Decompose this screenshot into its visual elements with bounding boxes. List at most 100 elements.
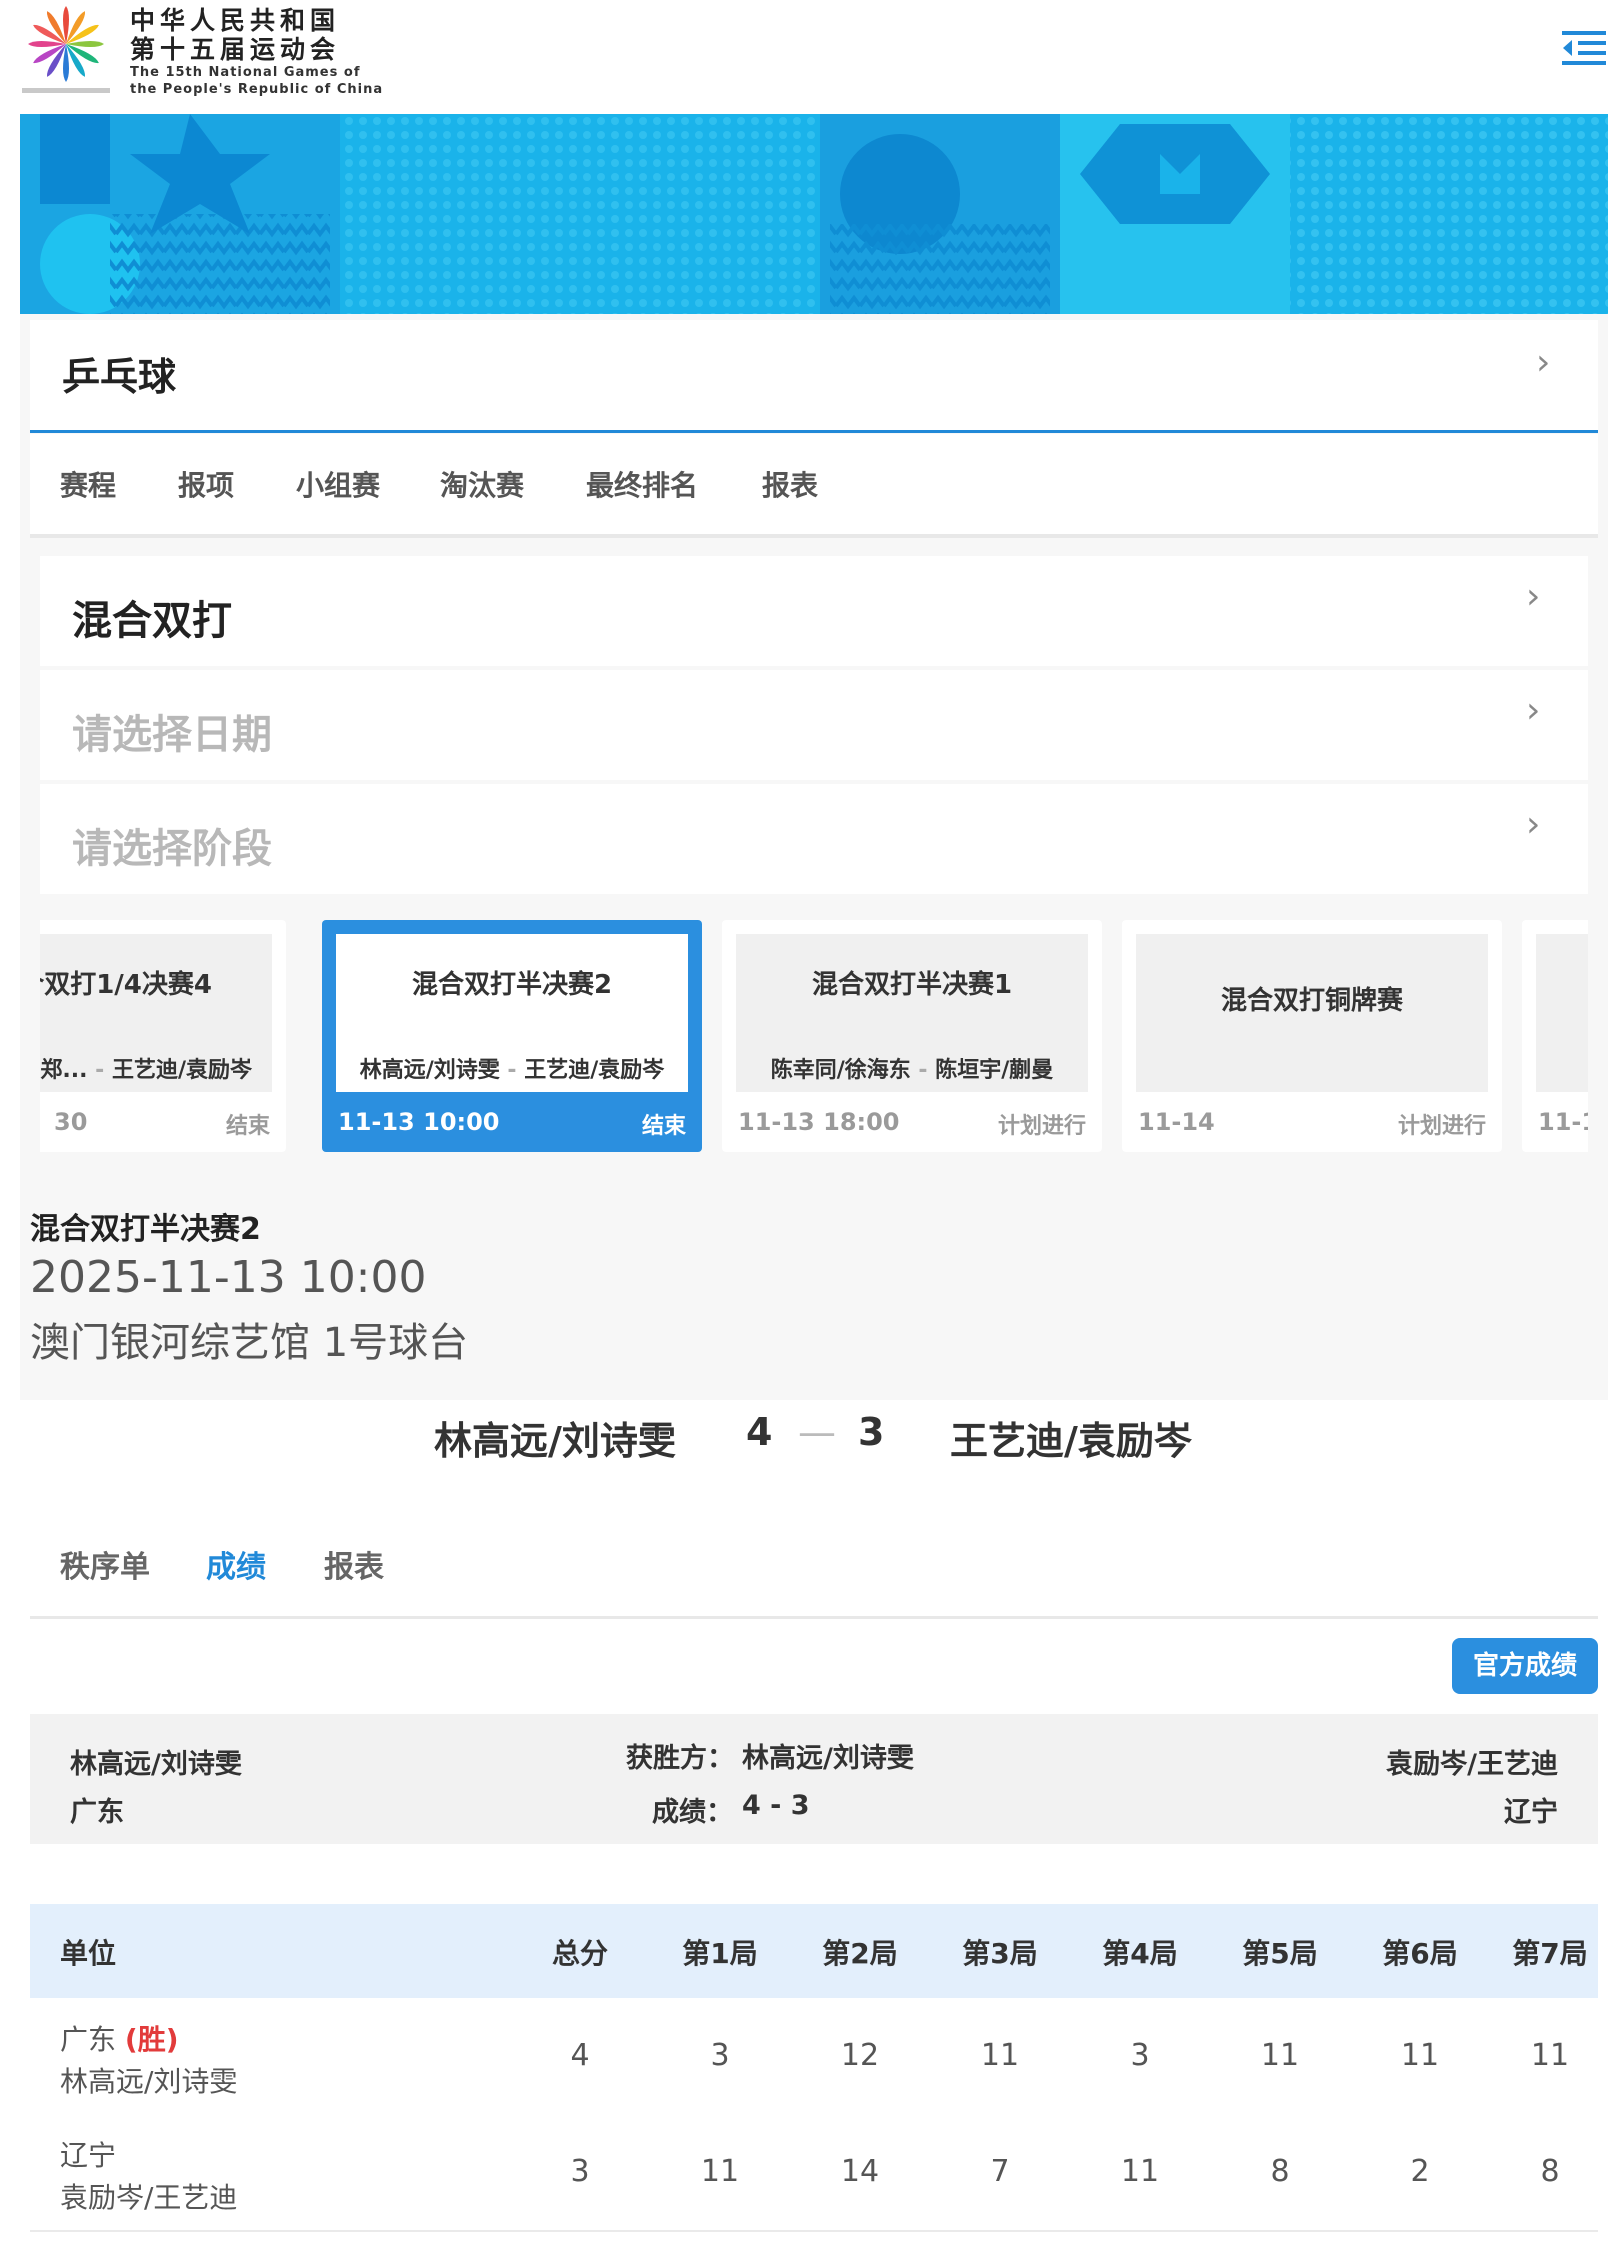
- cell-game7: 8: [1540, 2154, 1560, 2189]
- cell-game4: 11: [1120, 2154, 1160, 2189]
- match-card[interactable]: 合双打1/4决赛4 '郑... - 王艺迪/袁励岑 30 结束: [40, 920, 286, 1152]
- card-time: 11-14: [1138, 1108, 1215, 1136]
- table-header: 单位 总分 第1局 第2局 第3局 第4局 第5局 第6局 第7局: [30, 1904, 1598, 1998]
- scoreline: 林高远/刘诗雯 4 — 3 王艺迪/袁励岑: [0, 1410, 1623, 1470]
- card-time: 30: [54, 1108, 88, 1136]
- national-games-logo[interactable]: [20, 2, 112, 98]
- logo-cn-line1: 中华人民共和国: [130, 6, 341, 35]
- col-total: 总分: [551, 1937, 608, 1970]
- card-team-right: 陈垣宇/蒯曼: [935, 1058, 1054, 1083]
- logo-cn-line2: 第十五届运动会: [130, 35, 341, 64]
- chevron-right-icon: ›: [1526, 576, 1541, 617]
- cell-game3: 11: [980, 2038, 1020, 2073]
- card-team-left: '郑...: [40, 1058, 88, 1083]
- col-game3: 第3局: [962, 1937, 1038, 1970]
- stage-placeholder: 请选择阶段: [72, 826, 272, 872]
- cell-game1: 3: [710, 2038, 730, 2073]
- row-unit: 辽宁: [60, 2134, 116, 2174]
- card-status: 结束: [641, 1114, 686, 1139]
- date-placeholder: 请选择日期: [72, 712, 272, 758]
- team-b-score: 3: [858, 1410, 885, 1454]
- cell-game7: 11: [1530, 2038, 1570, 2073]
- tab-schedule[interactable]: 赛程: [60, 464, 116, 504]
- official-results-button[interactable]: 官方成绩: [1452, 1638, 1598, 1694]
- sport-title: 乒乓球: [62, 355, 177, 399]
- card-teams: 陈幸同/徐海东 - 陈垣宇/蒯曼: [770, 1058, 1054, 1083]
- site-header: 中华人民共和国 第十五届运动会 The 15th National Games …: [0, 0, 1623, 114]
- sport-selector[interactable]: 乒乓球 ›: [30, 320, 1598, 433]
- win-tag: (胜): [124, 2023, 179, 2056]
- card-teams: '郑... - 王艺迪/袁励岑: [40, 1052, 272, 1084]
- chevron-right-icon: ›: [1526, 804, 1541, 845]
- tab-reports[interactable]: 报表: [762, 464, 818, 504]
- col-game6: 第6局: [1382, 1937, 1458, 1970]
- tab-order-sheet[interactable]: 秩序单: [60, 1542, 150, 1586]
- tab-final-ranking[interactable]: 最终排名: [586, 464, 698, 504]
- match-title: 混合双打半决赛2: [30, 1212, 261, 1247]
- match-card[interactable]: 混合双打铜牌赛 11-14 计划进行: [1122, 920, 1502, 1152]
- row-players: 袁励岑/王艺迪: [60, 2181, 238, 2214]
- chevron-right-icon: ›: [1536, 342, 1551, 383]
- row-players: 林高远/刘诗雯: [60, 2065, 238, 2098]
- card-status: 计划进行: [997, 1114, 1086, 1139]
- event-selector[interactable]: 混合双打 ›: [40, 556, 1588, 666]
- card-body: 混合双打半决赛2 林高远/刘诗雯 - 王艺迪/袁励岑: [336, 934, 688, 1092]
- card-body: 混合双打半决赛1 陈幸同/徐海东 - 陈垣宇/蒯曼: [736, 934, 1088, 1092]
- menu-icon[interactable]: [1560, 28, 1608, 70]
- tab-group-stage[interactable]: 小组赛: [296, 464, 380, 504]
- cell-game6: 2: [1410, 2154, 1430, 2189]
- match-card-active[interactable]: 混合双打半决赛2 林高远/刘诗雯 - 王艺迪/袁励岑 11-13 10:00 结…: [322, 920, 702, 1152]
- tab-report[interactable]: 报表: [324, 1542, 384, 1586]
- sport-tabs: 赛程 报项 小组赛 淘汰赛 最终排名 报表: [30, 434, 1598, 538]
- card-team-left: 林高远/刘诗雯: [359, 1058, 500, 1083]
- card-team-left: 陈幸同/徐海东: [770, 1058, 911, 1083]
- team-b-name: 王艺迪/袁励岑: [950, 1419, 1192, 1463]
- event-label: 混合双打: [72, 598, 232, 644]
- logo-text: 中华人民共和国 第十五届运动会 The 15th National Games …: [130, 6, 383, 98]
- sport-banner: [20, 114, 1608, 314]
- cell-game3: 7: [990, 2154, 1010, 2189]
- summary-winner: 林高远/刘诗雯: [742, 1743, 914, 1774]
- card-body: 混合双打铜牌赛: [1136, 934, 1488, 1092]
- match-cards-carousel[interactable]: 合双打1/4决赛4 '郑... - 王艺迪/袁励岑 30 结束 混合双打半决赛2…: [40, 916, 1588, 1156]
- cell-game2: 14: [840, 2154, 880, 2189]
- summary-winner-label: 获胜方：: [626, 1743, 734, 1774]
- summary-left-unit: 广东: [70, 1797, 124, 1828]
- card-status: 计划进行: [1397, 1114, 1486, 1139]
- date-selector[interactable]: 请选择日期 ›: [40, 670, 1588, 780]
- cell-total: 3: [570, 2154, 590, 2189]
- card-teams: 林高远/刘诗雯 - 王艺迪/袁励岑: [359, 1058, 665, 1083]
- col-game2: 第2局: [822, 1937, 898, 1970]
- cell-game6: 11: [1400, 2038, 1440, 2073]
- cell-game5: 11: [1260, 2038, 1300, 2073]
- detail-tabs: 秩序单 成绩 报表: [30, 1530, 1598, 1619]
- match-venue: 澳门银河综艺馆 1号球台: [30, 1320, 469, 1366]
- col-game4: 第4局: [1102, 1937, 1178, 1970]
- row-unit-name: 广东: [60, 2023, 117, 2056]
- cell-total: 4: [570, 2038, 590, 2073]
- cell-game5: 8: [1270, 2154, 1290, 2189]
- card-time: 11-13 10:00: [338, 1108, 500, 1136]
- summary-score: 4 - 3: [742, 1790, 810, 1821]
- match-datetime: 2025-11-13 10:00: [30, 1252, 427, 1303]
- summary-right-team: 袁励岑/王艺迪: [1386, 1749, 1558, 1780]
- team-a-score: 4: [746, 1410, 773, 1454]
- stage-selector[interactable]: 请选择阶段 ›: [40, 784, 1588, 894]
- col-game5: 第5局: [1242, 1937, 1318, 1970]
- table-row: 广东 (胜) 林高远/刘诗雯 4 3 12 11 3 11 11 11: [30, 1998, 1598, 2116]
- card-body: 合双打1/4决赛4 '郑... - 王艺迪/袁励岑: [40, 934, 272, 1092]
- tab-entries[interactable]: 报项: [178, 464, 234, 504]
- card-body: [1536, 934, 1588, 1092]
- cell-game4: 3: [1130, 2038, 1150, 2073]
- team-a-name: 林高远/刘诗雯: [434, 1419, 676, 1463]
- logo-en-line1: The 15th National Games of: [130, 65, 361, 80]
- result-summary: 林高远/刘诗雯 广东 获胜方： 林高远/刘诗雯 成绩： 4 - 3 袁励岑/王艺…: [30, 1714, 1598, 1844]
- logo-en-line2: the People's Republic of China: [130, 82, 384, 97]
- card-team-right: 王艺迪/袁励岑: [524, 1058, 665, 1083]
- match-card[interactable]: 11-1: [1522, 920, 1588, 1152]
- tab-results[interactable]: 成绩: [206, 1542, 266, 1586]
- match-card[interactable]: 混合双打半决赛1 陈幸同/徐海东 - 陈垣宇/蒯曼 11-13 18:00 计划…: [722, 920, 1102, 1152]
- summary-right-unit: 辽宁: [1504, 1797, 1558, 1828]
- tab-knockout[interactable]: 淘汰赛: [440, 464, 524, 504]
- col-game7: 第7局: [1512, 1937, 1588, 1970]
